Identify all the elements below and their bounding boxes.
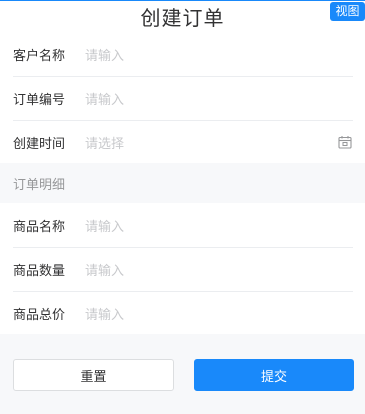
create-order-page: 创建订单 视图 客户名称 请输入 订单编号 请输入 创建时间 请选择 订单明细 … xyxy=(0,0,365,414)
product-quantity-field[interactable]: 商品数量 请输入 xyxy=(0,247,365,291)
order-number-field[interactable]: 订单编号 请输入 xyxy=(0,76,365,120)
field-label: 创建时间 xyxy=(13,136,66,152)
field-label: 商品总价 xyxy=(13,307,66,323)
field-label: 商品名称 xyxy=(13,219,66,235)
page-title: 创建订单 xyxy=(140,6,225,30)
product-name-input[interactable]: 请输入 xyxy=(85,216,353,235)
field-label: 商品数量 xyxy=(13,263,66,279)
order-form-group: 客户名称 请输入 订单编号 请输入 创建时间 请选择 xyxy=(0,32,365,163)
view-badge[interactable]: 视图 xyxy=(330,2,365,21)
customer-name-input[interactable]: 请输入 xyxy=(85,45,353,64)
reset-button[interactable]: 重置 xyxy=(13,359,174,391)
order-details-section-title: 订单明细 xyxy=(0,163,365,203)
product-total-field[interactable]: 商品总价 请输入 xyxy=(0,291,365,335)
product-name-field[interactable]: 商品名称 请输入 xyxy=(0,203,365,247)
order-number-input[interactable]: 请输入 xyxy=(85,89,353,108)
calendar-icon[interactable] xyxy=(337,134,353,150)
customer-name-field[interactable]: 客户名称 请输入 xyxy=(0,32,365,76)
submit-button[interactable]: 提交 xyxy=(194,359,354,391)
field-label: 订单编号 xyxy=(13,92,66,108)
order-details-group: 商品名称 请输入 商品数量 请输入 商品总价 请输入 xyxy=(0,203,365,334)
create-time-field[interactable]: 创建时间 请选择 xyxy=(0,120,365,164)
product-quantity-input[interactable]: 请输入 xyxy=(85,260,353,279)
product-total-input[interactable]: 请输入 xyxy=(85,304,353,323)
nav-bar: 创建订单 xyxy=(0,1,365,32)
field-label: 客户名称 xyxy=(13,48,66,64)
create-time-picker[interactable]: 请选择 xyxy=(85,133,337,152)
